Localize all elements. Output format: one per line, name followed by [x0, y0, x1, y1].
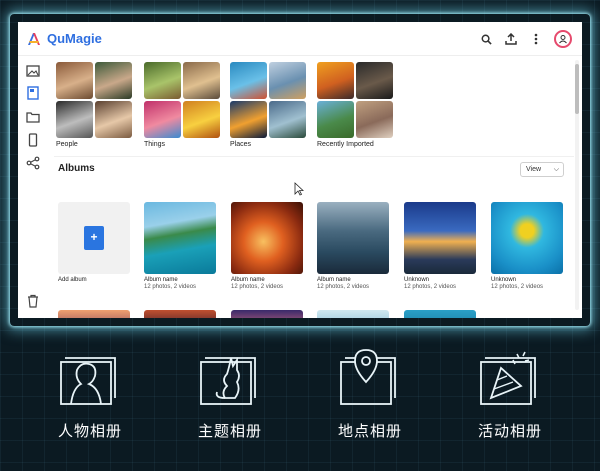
- album-cover-partial[interactable]: [144, 310, 216, 318]
- scrollbar-thumb[interactable]: [575, 64, 579, 114]
- view-dropdown[interactable]: View ⌵: [520, 162, 564, 177]
- add-album-card[interactable]: Add album: [58, 202, 130, 283]
- mouse-cursor-icon: [294, 182, 304, 196]
- folder-icon[interactable]: [26, 110, 40, 124]
- category-label: Things: [144, 141, 166, 148]
- chevron-down-icon: ⌵: [553, 166, 559, 173]
- share-icon[interactable]: [26, 156, 40, 170]
- album-cover-partial[interactable]: [404, 310, 476, 318]
- person-album-icon: [60, 357, 116, 405]
- category-people[interactable]: People: [56, 62, 132, 148]
- feature-location-album: 地点相册: [315, 340, 425, 441]
- album-cover: [404, 202, 476, 274]
- category-things[interactable]: Things: [144, 62, 220, 148]
- album-icon[interactable]: [26, 86, 40, 100]
- album-cover-partial[interactable]: [317, 310, 389, 318]
- search-icon[interactable]: [479, 32, 493, 46]
- album-card[interactable]: Album name 12 photos, 2 videos: [144, 202, 216, 290]
- scrollbar[interactable]: [575, 60, 579, 310]
- add-album-tile[interactable]: [58, 202, 130, 274]
- add-album-label: Add album: [58, 277, 87, 283]
- album-card[interactable]: Album name 12 photos, 2 videos: [317, 202, 389, 290]
- album-cover: [317, 202, 389, 274]
- feature-row: 人物相册 主题相册 地点相册 活动相册: [0, 340, 600, 471]
- location-album-icon: [340, 349, 396, 405]
- album-cover: [491, 202, 563, 274]
- top-actions: [479, 30, 572, 48]
- album-info: 12 photos, 2 videos: [404, 284, 457, 290]
- account-icon[interactable]: [554, 30, 572, 48]
- app-logo[interactable]: QuMagie: [26, 31, 102, 47]
- album-card[interactable]: Album name 12 photos, 2 videos: [231, 202, 303, 290]
- feature-person-album: 人物相册: [35, 340, 145, 441]
- album-name: Album name: [231, 277, 265, 283]
- album-info: 12 photos, 2 videos: [317, 284, 370, 290]
- category-thumbnails: [230, 62, 306, 138]
- album-cover: [144, 202, 216, 274]
- feature-label: 主题相册: [197, 422, 262, 440]
- category-label: Recently Imported: [317, 141, 374, 148]
- category-label: People: [56, 141, 78, 148]
- feature-label: 地点相册: [337, 422, 402, 440]
- category-thumbnails: [56, 62, 132, 138]
- category-label: Places: [230, 141, 252, 148]
- app-name: QuMagie: [47, 31, 102, 46]
- more-icon[interactable]: [529, 32, 543, 46]
- album-name: Album name: [144, 277, 178, 283]
- albums-title: Albums: [58, 163, 95, 174]
- category-thumbnails: [317, 62, 393, 138]
- feature-label: 活动相册: [477, 422, 542, 440]
- album-info: 12 photos, 2 videos: [491, 284, 544, 290]
- main-content: People Things Places Recently Imported A…: [54, 56, 574, 318]
- sidebar: [18, 56, 48, 318]
- category-places[interactable]: Places: [230, 62, 306, 148]
- album-name: Album name: [317, 277, 351, 283]
- section-divider: [54, 156, 574, 157]
- trash-icon[interactable]: [26, 294, 40, 308]
- album-card[interactable]: Unknown 12 photos, 2 videos: [404, 202, 476, 290]
- feature-theme-album: 主题相册: [175, 340, 285, 441]
- top-bar: QuMagie: [18, 22, 582, 56]
- album-name: Unknown: [491, 277, 517, 283]
- upload-icon[interactable]: [504, 32, 518, 46]
- album-cover-partial[interactable]: [231, 310, 303, 318]
- album-name: Unknown: [404, 277, 430, 283]
- album-info: 12 photos, 2 videos: [144, 284, 197, 290]
- album-info: 12 photos, 2 videos: [231, 284, 284, 290]
- feature-event-album: 活动相册: [455, 340, 565, 441]
- app-window: QuMagie People Things Places Recently Im…: [18, 22, 582, 318]
- event-album-icon: [480, 351, 536, 405]
- category-recently-imported[interactable]: Recently Imported: [317, 62, 393, 148]
- theme-album-icon: [200, 357, 256, 405]
- album-cover-partial[interactable]: [58, 310, 130, 318]
- view-label: View: [526, 166, 542, 173]
- album-card[interactable]: Unknown 12 photos, 2 videos: [491, 202, 563, 290]
- phone-icon[interactable]: [26, 133, 40, 147]
- album-cover: [231, 202, 303, 274]
- photos-icon[interactable]: [26, 64, 40, 78]
- add-album-icon: [84, 226, 104, 250]
- feature-label: 人物相册: [57, 422, 122, 440]
- logo-icon: [28, 32, 40, 45]
- category-thumbnails: [144, 62, 220, 138]
